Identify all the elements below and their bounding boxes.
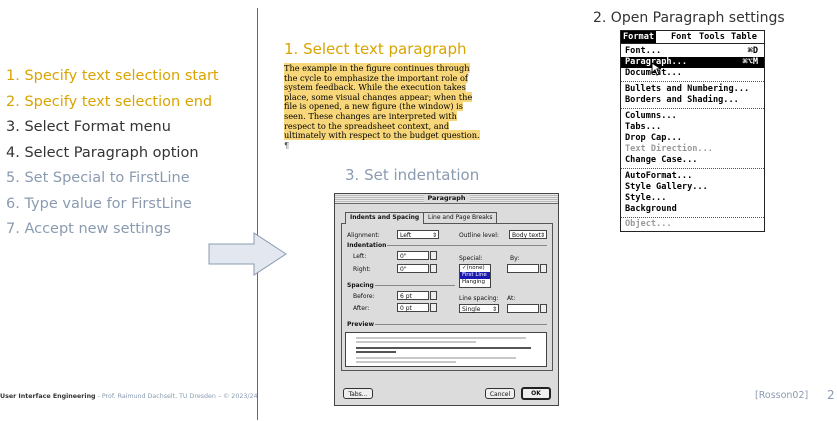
at-stepper[interactable] (540, 304, 547, 313)
outline-level-label: Outline level: (459, 232, 499, 239)
menu-item-document[interactable]: Document... (621, 68, 764, 79)
menu-item-background[interactable]: Background (621, 204, 764, 215)
step-7: 7. Accept new settings (6, 221, 171, 237)
left-indent-label: Left: (353, 253, 367, 260)
menu-item-font[interactable]: Font... ⌘D (621, 46, 764, 57)
by-label: By: (510, 255, 520, 262)
page-number: 2 (827, 388, 835, 402)
menu-item-style-gallery[interactable]: Style Gallery... (621, 182, 764, 193)
menu-item-borders[interactable]: Borders and Shading... (621, 95, 764, 106)
footer-course: User Interface Engineering (0, 393, 96, 400)
line-spacing-label: Line spacing: (459, 295, 499, 302)
footer: User Interface Engineering - Prof. Raimu… (0, 393, 257, 400)
menu-format[interactable]: Format (621, 31, 657, 43)
alignment-select[interactable]: Left (397, 230, 439, 240)
special-option-first-line[interactable]: First Line (460, 272, 490, 279)
indentation-label: Indentation (347, 242, 387, 249)
special-label: Special: (459, 255, 483, 262)
tab-indents-spacing[interactable]: Indents and Spacing (345, 212, 425, 224)
spacing-label: Spacing (347, 282, 374, 289)
right-arrow-icon (208, 232, 288, 280)
paragraph-text: The example in the figure continues thro… (284, 63, 480, 141)
right-indent-stepper[interactable] (430, 264, 437, 273)
pilcrow-mark: ¶ (284, 139, 290, 150)
cursor-icon (651, 62, 661, 76)
step-3: 3. Select Format menu (6, 119, 171, 135)
before-field[interactable]: 6 pt (397, 291, 429, 300)
menu-item-paragraph[interactable]: Paragraph... ⌘⌥M (621, 57, 764, 68)
section-3-title: 3. Set indentation (345, 166, 480, 184)
before-label: Before: (353, 293, 375, 300)
divider-line (257, 8, 258, 420)
line-spacing-select[interactable]: Single (459, 304, 499, 314)
at-field[interactable] (507, 304, 539, 313)
menu-font[interactable]: Font (669, 31, 694, 43)
menu-item-drop-cap[interactable]: Drop Cap... (621, 133, 764, 144)
task-steps-list: 1. Specify text selection start 2. Speci… (6, 64, 219, 243)
paragraph-dialog: Paragraph Indents and Spacing Line and P… (334, 193, 559, 406)
after-stepper[interactable] (430, 303, 437, 312)
after-label: After: (353, 305, 370, 312)
menu-separator (621, 81, 764, 83)
alignment-label: Alignment: (347, 232, 380, 239)
ok-button[interactable]: OK (521, 387, 551, 400)
left-indent-stepper[interactable] (430, 251, 437, 260)
menu-table[interactable]: Table (729, 31, 759, 43)
preview-box (345, 332, 547, 367)
outline-level-select[interactable]: Body text (509, 230, 547, 240)
spacing-divider (375, 285, 455, 286)
right-indent-field[interactable]: 0" (397, 264, 429, 273)
tabs-button[interactable]: Tabs... (343, 388, 373, 399)
cancel-button[interactable]: Cancel (485, 388, 515, 399)
after-field[interactable]: 0 pt (397, 303, 429, 312)
menu-item-style[interactable]: Style... (621, 193, 764, 204)
before-stepper[interactable] (430, 291, 437, 300)
menu-item-autoformat[interactable]: AutoFormat... (621, 171, 764, 182)
menu-item-columns[interactable]: Columns... (621, 111, 764, 122)
menu-item-change-case[interactable]: Change Case... (621, 155, 764, 166)
menu-item-object: Object... (625, 219, 672, 229)
selected-paragraph: The example in the figure continues thro… (284, 63, 480, 150)
format-menu: Format Font Tools Table Font... ⌘D Paragr… (620, 30, 765, 232)
indentation-divider (387, 245, 547, 246)
menu-separator (621, 168, 764, 170)
preview-label: Preview (347, 321, 375, 328)
right-indent-label: Right: (353, 266, 371, 273)
tab-line-page-breaks[interactable]: Line and Page Breaks (423, 212, 498, 223)
step-5: 5. Set Special to FirstLine (6, 170, 190, 186)
section-1-title: 1. Select text paragraph (284, 40, 467, 58)
menu-tools[interactable]: Tools (697, 31, 727, 43)
menu-separator (621, 108, 764, 110)
step-4: 4. Select Paragraph option (6, 144, 199, 161)
step-6: 6. Type value for FirstLine (6, 195, 192, 212)
menu-item-bullets[interactable]: Bullets and Numbering... (621, 84, 764, 95)
menu-item-tabs[interactable]: Tabs... (621, 122, 764, 133)
menu-item-text-direction: Text Direction... (625, 144, 713, 154)
reference-citation: [Rosson02] (755, 390, 809, 401)
step-2: 2. Specify text selection end (6, 93, 213, 110)
section-2-title: 2. Open Paragraph settings (593, 10, 785, 26)
by-field[interactable] (507, 264, 539, 273)
step-1: 1. Specify text selection start (6, 68, 219, 84)
menu-bar: Format Font Tools Table (621, 31, 764, 44)
left-indent-field[interactable]: 0" (397, 251, 429, 260)
footer-credits: - Prof. Raimund Dachselt, TU Dresden – ©… (95, 393, 258, 400)
at-label: At: (507, 295, 516, 302)
dialog-title-bar: Paragraph (335, 194, 558, 204)
special-dropdown[interactable]: ✓(none) First Line Hanging (459, 264, 491, 288)
special-option-none[interactable]: ✓(none) (460, 265, 490, 272)
special-option-hanging[interactable]: Hanging (460, 279, 490, 286)
preview-divider (375, 324, 547, 325)
by-stepper[interactable] (540, 264, 547, 273)
